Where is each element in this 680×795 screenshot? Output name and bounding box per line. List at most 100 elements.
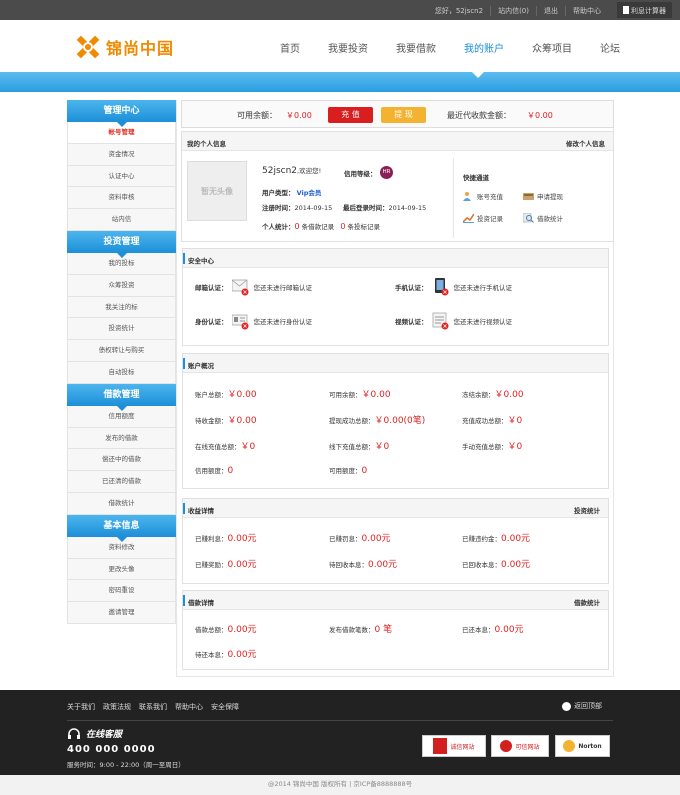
stat-label: 待收金额： <box>195 417 228 425</box>
stat-cell: 手动充值总额：￥0 <box>462 439 522 452</box>
quick-access: 快捷通道 账号充值 申请提现 投资记录 借款统计 <box>453 158 603 238</box>
sidebar-item-invest-stats[interactable]: 投资统计 <box>67 318 176 341</box>
quick-invest-records[interactable]: 投资记录 <box>463 213 503 223</box>
sidebar-item-funds[interactable]: 资金情况 <box>67 143 176 166</box>
nav-forum[interactable]: 论坛 <box>600 40 620 55</box>
sidebar-item-change-avatar[interactable]: 更改头像 <box>67 558 176 581</box>
invest-stats-link[interactable]: 投资统计 <box>574 505 600 515</box>
footer-link-security[interactable]: 安全保障 <box>211 702 239 712</box>
stat-cell: 已赚利息：0.00元 <box>195 531 257 544</box>
stat-cell: 发布借款笔数：0 笔 <box>329 622 392 635</box>
trust-badge-norton[interactable]: Norton <box>555 735 610 757</box>
back-to-top-button[interactable]: 返回顶部 <box>562 701 602 711</box>
recharge-button[interactable]: 充 值 <box>328 107 373 123</box>
footer-link-policy[interactable]: 政策法规 <box>103 702 131 712</box>
quick-recharge[interactable]: 账号充值 <box>463 191 503 201</box>
account-overview-header: 账户概况 <box>183 354 608 373</box>
sidebar-item-invites[interactable]: 邀请管理 <box>67 602 176 624</box>
quick-loan-stats-label: 借款统计 <box>537 215 563 223</box>
sidebar-item-repaying[interactable]: 偿还中的借款 <box>67 449 176 472</box>
sidebar-item-debt-transfer[interactable]: 债权转让与购买 <box>67 340 176 362</box>
email-verify-label: 邮箱认证： <box>195 284 228 292</box>
blue-banner <box>0 72 680 92</box>
stat-label: 充值成功总额： <box>462 417 508 425</box>
sidebar-header-basic: 基本信息 <box>67 514 176 542</box>
email-verify-row: 邮箱认证： 您还未进行邮箱认证 <box>195 278 312 296</box>
nav-my-account[interactable]: 我的账户 <box>464 40 504 55</box>
trust-badge-trusted[interactable]: 可信网站 <box>491 735 549 757</box>
stats-loan-text[interactable]: 条借款记录 <box>302 223 335 231</box>
credit-level-label: 信用等级： <box>344 170 377 178</box>
stat-cell: 已回收本息：0.00元 <box>462 557 530 570</box>
sidebar-item-crowd-invest[interactable]: 众筹投资 <box>67 274 176 297</box>
stat-value: ￥0.00 <box>227 390 257 400</box>
stat-label: 信用额度： <box>195 467 228 475</box>
sidebar-item-review[interactable]: 资料审核 <box>67 187 176 210</box>
stat-value: ￥0 <box>507 416 523 426</box>
loan-stats-link[interactable]: 借款统计 <box>574 597 600 607</box>
stat-label: 冻结余额： <box>462 391 495 399</box>
inbox-link[interactable]: 站内信(0) <box>490 6 536 16</box>
video-verify-status[interactable]: 您还未进行视频认证 <box>454 316 513 326</box>
logout-link[interactable]: 退出 <box>536 6 565 16</box>
sidebar-item-auto-bid[interactable]: 自动投标 <box>67 361 176 384</box>
copyright: @2014 锦尚中国 版权所有 | 京ICP备8888888号 <box>0 775 680 795</box>
stat-cell: 借款总额：0.00元 <box>195 622 257 635</box>
phone-verify-row: 手机认证： 您还未进行手机认证 <box>395 278 512 296</box>
nav-crowdfunding[interactable]: 众筹项目 <box>532 40 572 55</box>
withdraw-button[interactable]: 提 现 <box>381 107 426 123</box>
stat-label: 已赚利息： <box>195 535 228 543</box>
interest-calculator-button[interactable]: 利息计算器 <box>617 2 672 18</box>
user-type-label: 用户类型： <box>262 189 295 197</box>
stat-value: 0.00元 <box>361 534 391 544</box>
stat-cell: 待还本息：0.00元 <box>195 647 257 660</box>
sidebar-item-verification[interactable]: 认证中心 <box>67 165 176 188</box>
header: 锦尚中国 首页 我要投资 我要借款 我的账户 众筹项目 论坛 <box>0 20 680 72</box>
edit-profile-link[interactable]: 修改个人信息 <box>566 138 605 148</box>
stat-label: 借款总额： <box>195 626 228 634</box>
stats-bid-count: 0 <box>340 222 346 231</box>
sidebar-item-reset-password[interactable]: 密码重设 <box>67 580 176 603</box>
email-verify-status[interactable]: 您还未进行邮箱认证 <box>254 282 313 292</box>
online-service-label: 在线客服 <box>86 730 123 740</box>
stat-value: 0.00元 <box>501 534 531 544</box>
stat-label: 账户总额： <box>195 391 228 399</box>
quick-loan-stats[interactable]: 借款统计 <box>523 213 563 223</box>
help-link[interactable]: 帮助中心 <box>565 6 608 16</box>
people-icon <box>463 192 471 201</box>
phone-verify-status[interactable]: 您还未进行手机认证 <box>454 282 513 292</box>
online-service[interactable]: 在线客服 <box>67 727 122 740</box>
stat-cell: 在线充值总额：￥0 <box>195 439 255 452</box>
email-unverified-icon <box>231 279 248 296</box>
trust-badge-integrity[interactable]: 诚信网站 <box>422 735 486 757</box>
nav-invest[interactable]: 我要投资 <box>328 40 368 55</box>
main-nav: 首页 我要投资 我要借款 我的账户 众筹项目 论坛 <box>280 40 648 55</box>
sidebar-item-messages[interactable]: 站内信 <box>67 209 176 231</box>
footer-link-help[interactable]: 帮助中心 <box>175 702 203 712</box>
stat-label: 已赚奖励： <box>195 561 228 569</box>
sidebar-item-loan-stats[interactable]: 借款统计 <box>67 492 176 515</box>
sidebar-header-management: 管理中心 <box>67 100 176 127</box>
avatar[interactable]: 暂无头像 <box>187 161 247 221</box>
stat-label: 已回收本息： <box>462 561 501 569</box>
stat-label: 待还本息： <box>195 651 228 659</box>
video-unverified-icon <box>432 312 448 330</box>
stat-label: 可用额度： <box>329 467 362 475</box>
username: 52jscn2 <box>262 166 298 176</box>
sidebar-item-repaid[interactable]: 已还清的借款 <box>67 471 176 493</box>
sidebar-item-watchlist[interactable]: 我关注的标 <box>67 296 176 319</box>
logo[interactable]: 锦尚中国 <box>74 33 174 61</box>
nav-borrow[interactable]: 我要借款 <box>396 40 436 55</box>
phone-unverified-icon <box>434 278 448 296</box>
checkmark-icon <box>563 740 576 752</box>
footer-link-contact[interactable]: 联系我们 <box>139 702 167 712</box>
id-verify-status[interactable]: 您还未进行身份认证 <box>254 316 313 326</box>
footer-link-about[interactable]: 关于我们 <box>67 702 95 712</box>
quick-withdraw[interactable]: 申请提现 <box>523 191 563 201</box>
stats-bid-text[interactable]: 条投标记录 <box>348 223 381 231</box>
stat-cell: 信用额度：0 <box>195 465 233 476</box>
quick-withdraw-label: 申请提现 <box>537 193 563 201</box>
nav-home[interactable]: 首页 <box>280 40 300 55</box>
sidebar-item-posted-loans[interactable]: 发布的借款 <box>67 427 176 450</box>
greeting-text: 您好，52jscn2 <box>434 7 484 15</box>
